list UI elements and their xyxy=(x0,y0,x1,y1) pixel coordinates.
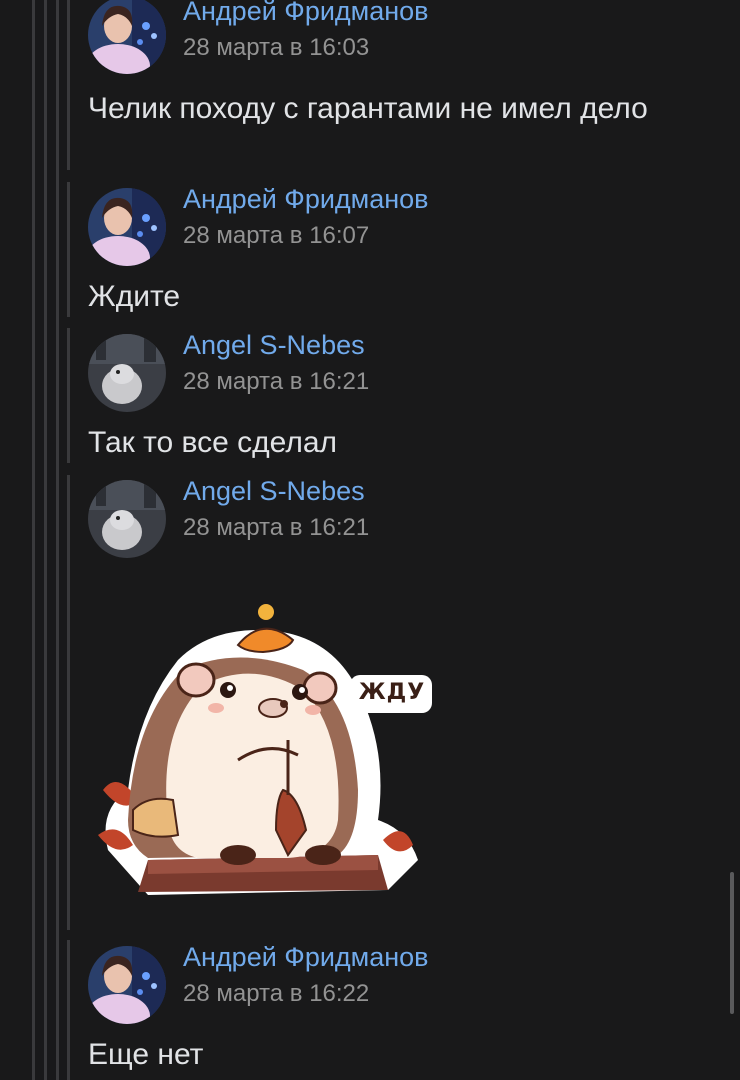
comment-timestamp[interactable]: 28 марта в 16:03 xyxy=(183,34,369,62)
comment-author[interactable]: Angel S-Nebes xyxy=(183,330,365,361)
comment-text: Челик походу с гарантами не имел дело xyxy=(88,92,648,125)
comment: Андрей Фридманов 28 марта в 16:22 Еще не… xyxy=(88,942,720,1078)
reply-bar xyxy=(67,328,70,463)
comment-author[interactable]: Angel S-Nebes xyxy=(183,476,365,507)
scrollbar[interactable] xyxy=(730,872,734,1014)
reply-bar xyxy=(67,475,70,930)
user-avatar-andrey[interactable] xyxy=(88,0,166,74)
sticker-label: ЖДУ xyxy=(358,680,426,705)
comment: Андрей Фридманов 28 марта в 16:07 Ждите xyxy=(88,184,720,320)
reply-bar xyxy=(67,0,70,170)
thread-line xyxy=(44,0,47,1080)
comment: Андрей Фридманов 28 марта в 16:03 Челик … xyxy=(88,0,720,132)
comment-author[interactable]: Андрей Фридманов xyxy=(183,184,429,215)
comment: Angel S-Nebes 28 марта в 16:21 xyxy=(88,476,720,558)
hedgehog-waiting-sticker[interactable]: ЖДУ xyxy=(88,590,448,910)
thread-line xyxy=(56,0,59,1080)
comment: Angel S-Nebes 28 марта в 16:21 Так то вс… xyxy=(88,330,720,466)
comment-text: Так то все сделал xyxy=(88,426,338,459)
comment-timestamp[interactable]: 28 марта в 16:21 xyxy=(183,368,369,396)
thread-line xyxy=(32,0,35,1080)
user-avatar-angel[interactable] xyxy=(88,480,166,558)
comment-author[interactable]: Андрей Фридманов xyxy=(183,0,429,27)
reply-bar xyxy=(67,182,70,317)
comment-timestamp[interactable]: 28 марта в 16:22 xyxy=(183,980,369,1008)
user-avatar-andrey[interactable] xyxy=(88,188,166,266)
comment-text: Еще нет xyxy=(88,1038,204,1071)
user-avatar-andrey[interactable] xyxy=(88,946,166,1024)
user-avatar-angel[interactable] xyxy=(88,334,166,412)
comment-text: Ждите xyxy=(88,280,181,313)
reply-bar xyxy=(67,940,70,1080)
comment-timestamp[interactable]: 28 марта в 16:07 xyxy=(183,222,369,250)
comment-author[interactable]: Андрей Фридманов xyxy=(183,942,429,973)
comment-timestamp[interactable]: 28 марта в 16:21 xyxy=(183,514,369,542)
